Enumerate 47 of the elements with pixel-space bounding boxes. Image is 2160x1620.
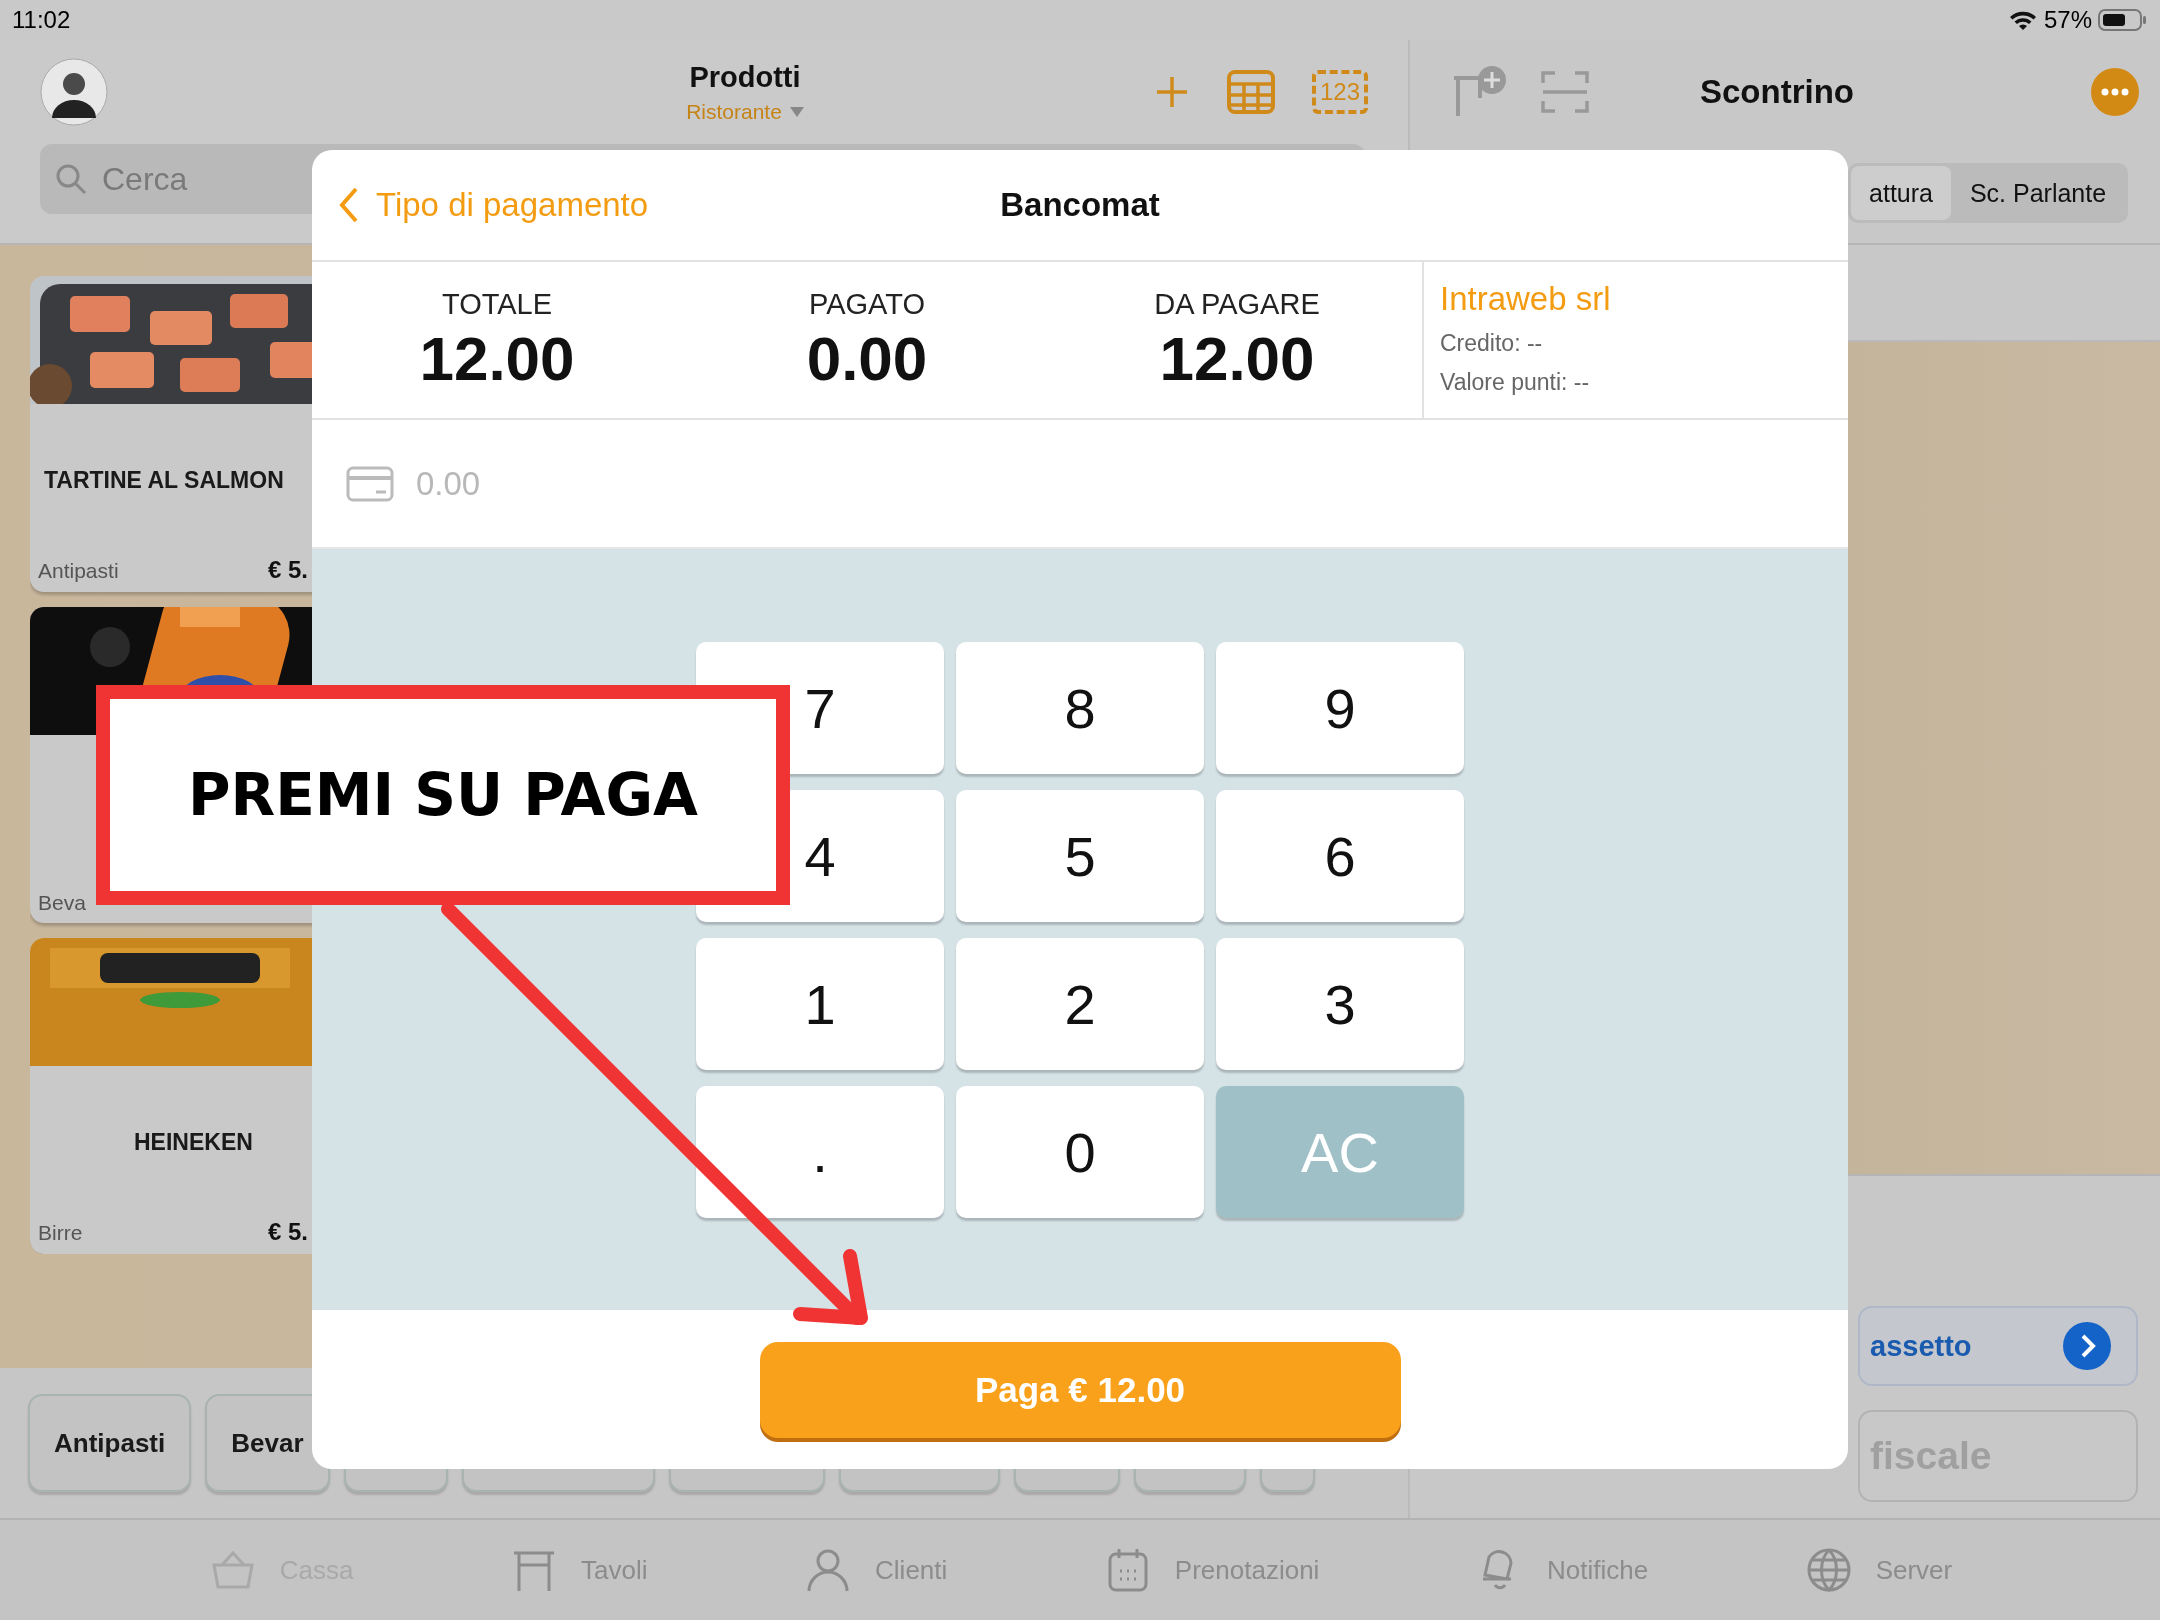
segment-tab[interactable]: Sc. Parlante [1951, 166, 2125, 220]
battery-percent: 57% [2043, 6, 2092, 34]
grid-icon[interactable] [1225, 67, 1276, 117]
chevron-right-icon [2062, 1321, 2112, 1371]
product-price: € 5. [267, 556, 308, 584]
total-label: PAGATO [809, 288, 925, 321]
scan-icon[interactable] [1540, 69, 1590, 115]
keypad-key[interactable]: 9 [1216, 642, 1464, 774]
dropdown-caret-icon [789, 106, 804, 117]
product-card[interactable]: HEINEKEN Birre € 5. [30, 938, 314, 1254]
category-chip[interactable]: Antipasti [28, 1394, 192, 1492]
product-name: TARTINE AL SALMON [43, 465, 285, 495]
product-name: HEINEKEN [133, 1127, 254, 1157]
product-category: Antipasti [38, 559, 119, 583]
instruction-tooltip: PREMI SU PAGA [96, 685, 790, 905]
status-time: 11:02 [12, 6, 71, 34]
drawer-button[interactable]: assetto [1858, 1306, 2138, 1386]
customer-name: Intraweb srl [1440, 280, 1612, 318]
keypad-key[interactable]: 6 [1216, 790, 1464, 922]
more-icon[interactable] [2090, 67, 2140, 117]
product-price: € 5. [267, 1218, 308, 1246]
dialog-title: Bancomat [999, 186, 1161, 224]
keypad-key[interactable]: 0 [956, 1086, 1204, 1218]
keypad-key[interactable]: 5 [956, 790, 1204, 922]
keypad-key[interactable]: 1 [696, 938, 944, 1070]
keypad-key[interactable]: 3 [1216, 938, 1464, 1070]
card-icon [346, 465, 394, 502]
product-category: Birre [38, 1221, 83, 1245]
keypad-key[interactable]: . [696, 1086, 944, 1218]
total-label: TOTALE [441, 288, 553, 321]
total-value: 0.00 [806, 323, 928, 394]
category-chip[interactable]: Bevar [205, 1394, 330, 1492]
keypad-key[interactable]: 2 [956, 938, 1204, 1070]
segment-tab[interactable]: attura [1851, 166, 1951, 220]
customer-detail: Valore punti: -- [1440, 369, 1591, 396]
product-card[interactable]: TARTINE AL SALMON Antipasti € 5. [30, 276, 314, 592]
total-value: 12.00 [1159, 323, 1315, 394]
search-icon [54, 162, 88, 196]
customer-detail: Credito: -- [1440, 330, 1544, 357]
total-value: 12.00 [419, 323, 575, 394]
battery-icon [2098, 8, 2148, 32]
panel-title: Scontrino [1700, 73, 1855, 111]
avatar[interactable] [40, 58, 108, 126]
keypad-key[interactable]: 8 [956, 642, 1204, 774]
product-category: Beva [38, 891, 86, 915]
total-label: DA PAGARE [1154, 288, 1320, 321]
panel-title: Prodotti [689, 60, 801, 94]
